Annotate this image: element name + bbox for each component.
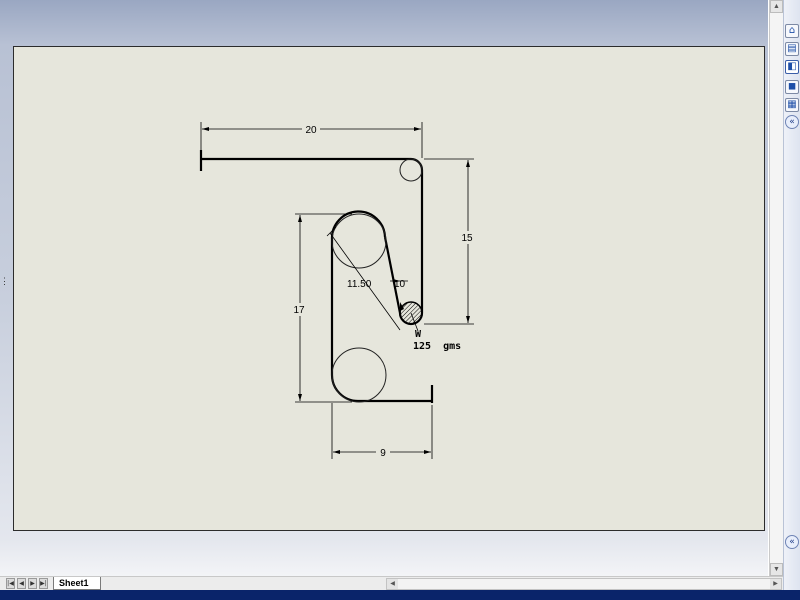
library-icon[interactable]: ▤ <box>785 42 799 56</box>
dimension-arrows <box>202 127 470 454</box>
collapse-panel-icon[interactable]: « <box>785 115 799 129</box>
weight-label: W <box>415 329 422 340</box>
file-explorer-icon[interactable]: ◧ <box>785 60 799 74</box>
drawing-view: 20 15 17 9 11.50 10 W 125 gms <box>199 122 478 459</box>
dim-text-bottom: 9 <box>380 448 386 459</box>
panel-resize-handle[interactable]: ⋮ <box>0 277 9 298</box>
prev-sheet-button[interactable]: ◀ <box>17 578 26 589</box>
drawing-canvas[interactable]: ⋮ 20 15 17 9 11.50 10 W 125 gms <box>0 0 768 576</box>
weight-value: 125 gms <box>413 341 461 352</box>
dim-text-diagonal: 11.50 <box>347 279 372 290</box>
sheet-tab[interactable]: Sheet1 <box>53 577 101 590</box>
scroll-right-arrow[interactable]: ▶ <box>770 579 781 589</box>
scroll-left-arrow[interactable]: ◀ <box>387 579 398 589</box>
top-pulley <box>399 158 423 182</box>
horizontal-scrollbar[interactable]: ◀ ▶ <box>386 578 782 590</box>
lower-roller <box>331 347 387 403</box>
upper-roller <box>331 213 387 269</box>
dim-text-right: 15 <box>461 233 473 244</box>
scroll-up-arrow[interactable]: ▲ <box>770 0 783 13</box>
scroll-down-arrow[interactable]: ▼ <box>770 563 783 576</box>
status-bar <box>0 590 800 600</box>
dim-text-small: 10 <box>394 279 406 290</box>
appearances-icon[interactable]: ▦ <box>785 98 799 112</box>
first-sheet-button[interactable]: |◀ <box>6 578 15 589</box>
dim-text-left: 17 <box>293 305 305 316</box>
task-pane-tabs: ⌂ ▤ ◧ ◼ ▦ « « <box>783 0 800 600</box>
expand-panel-icon[interactable]: « <box>785 535 799 549</box>
dim-text-top: 20 <box>305 125 317 136</box>
last-sheet-button[interactable]: ▶| <box>39 578 48 589</box>
home-icon[interactable]: ⌂ <box>785 24 799 38</box>
vertical-scrollbar[interactable]: ▲ ▼ <box>769 0 783 576</box>
strip-path <box>199 150 434 403</box>
sheet-tab-bar: |◀ ◀ ▶ ▶| Sheet1 ◀ ▶ <box>0 576 783 591</box>
view-palette-icon[interactable]: ◼ <box>785 80 799 94</box>
drawing-sheet[interactable]: 20 15 17 9 11.50 10 W 125 gms <box>13 46 765 531</box>
next-sheet-button[interactable]: ▶ <box>28 578 37 589</box>
